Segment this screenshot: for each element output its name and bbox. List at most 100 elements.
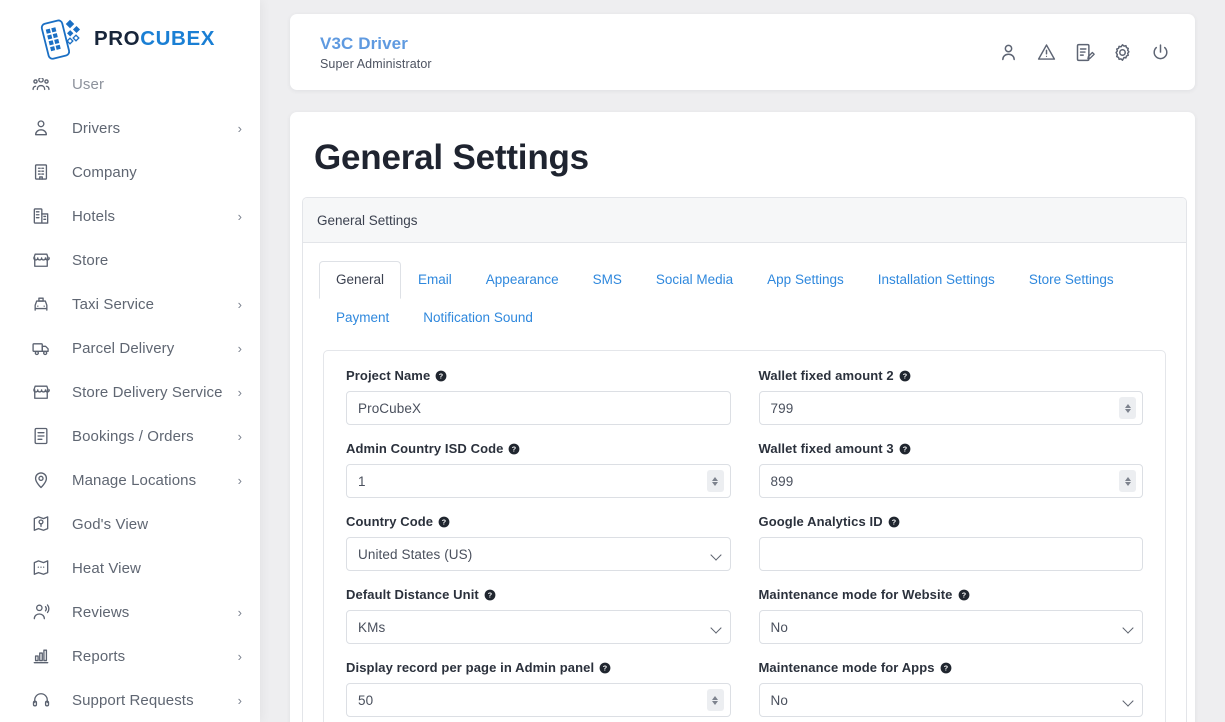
chevron-right-icon: › xyxy=(237,648,242,664)
select-maintenance-mode-for-apps[interactable]: No xyxy=(758,683,1143,718)
tab-app-settings[interactable]: App Settings xyxy=(750,261,861,299)
number-input-display-record-per-page-in-admin-panel[interactable]: 50 xyxy=(346,683,731,718)
number-stepper[interactable] xyxy=(1119,470,1136,493)
sidebar-item-label: Hotels xyxy=(72,207,116,225)
field-label-text: Admin Country ISD Code xyxy=(346,441,504,457)
field-label: Display record per page in Admin panel? xyxy=(346,660,731,675)
text-input-project-name[interactable]: ProCubeX xyxy=(346,391,731,426)
sidebar-item-bookings-orders[interactable]: Bookings / Orders › xyxy=(0,414,260,458)
field-label-text: Maintenance mode for Apps xyxy=(758,660,935,676)
number-input-wallet-fixed-amount-2[interactable]: 799 xyxy=(758,391,1143,426)
sidebar-item-taxi-service[interactable]: Taxi Service › xyxy=(0,282,260,326)
help-icon[interactable]: ? xyxy=(508,443,520,455)
number-input-admin-country-isd-code[interactable]: 1 xyxy=(346,464,731,499)
store-icon xyxy=(30,381,52,403)
document-list-icon xyxy=(30,425,52,447)
field-value: 50 xyxy=(358,692,374,708)
field-admin-country-isd-code: Admin Country ISD Code? 1 xyxy=(346,441,731,499)
tab-store-settings[interactable]: Store Settings xyxy=(1012,261,1131,299)
svg-text:?: ? xyxy=(603,663,607,672)
tab-notification-sound[interactable]: Notification Sound xyxy=(406,299,550,337)
chevron-down-icon xyxy=(709,622,722,634)
text-input-google-analytics-id[interactable] xyxy=(758,537,1143,572)
sidebar-item-company[interactable]: Company xyxy=(0,150,260,194)
sidebar-item-god-s-view[interactable]: God's View xyxy=(0,502,260,546)
number-stepper[interactable] xyxy=(706,689,724,712)
select-country-code[interactable]: United States (US) xyxy=(346,537,731,572)
field-value: No xyxy=(770,692,788,708)
tab-sms[interactable]: SMS xyxy=(576,261,639,299)
svg-text:?: ? xyxy=(903,444,907,453)
number-stepper[interactable] xyxy=(706,470,724,493)
logo-text-pro: PRO xyxy=(94,27,141,50)
field-label: Default Distance Unit? xyxy=(346,587,731,602)
sidebar-item-manage-locations[interactable]: Manage Locations › xyxy=(0,458,260,502)
help-icon[interactable]: ? xyxy=(435,370,447,382)
sidebar-item-label: Store xyxy=(72,251,109,269)
sidebar-item-label: Drivers xyxy=(72,119,121,137)
svg-text:?: ? xyxy=(892,517,896,526)
sidebar-item-reviews[interactable]: Reviews › xyxy=(0,590,260,634)
help-icon[interactable]: ? xyxy=(899,370,911,382)
settings-panel: General Settings General Email Appearance S… xyxy=(302,197,1187,722)
help-icon[interactable]: ? xyxy=(599,662,611,674)
gear-icon[interactable] xyxy=(1112,42,1133,63)
help-icon[interactable]: ? xyxy=(484,589,496,601)
edit-document-icon[interactable] xyxy=(1074,42,1095,63)
sidebar-logo[interactable]: PROCUBEX xyxy=(0,0,260,78)
sidebar-item-support-requests[interactable]: Support Requests › xyxy=(0,678,260,722)
sidebar-item-label: User xyxy=(72,75,105,93)
sidebar-item-parcel-delivery[interactable]: Parcel Delivery › xyxy=(0,326,260,370)
help-icon[interactable]: ? xyxy=(438,516,450,528)
sidebar-item-store[interactable]: Store xyxy=(0,238,260,282)
field-label-text: Wallet fixed amount 3 xyxy=(758,441,894,457)
field-project-name: Project Name? ProCubeX xyxy=(346,368,731,426)
field-wallet-fixed-amount-2: Wallet fixed amount 2? 799 xyxy=(758,368,1143,426)
sidebar-item-label: God's View xyxy=(72,515,149,533)
select-maintenance-mode-for-website[interactable]: No xyxy=(758,610,1143,645)
help-icon[interactable]: ? xyxy=(899,443,911,455)
field-maintenance-mode-for-apps: Maintenance mode for Apps? No xyxy=(758,660,1143,718)
number-stepper[interactable] xyxy=(1119,397,1136,420)
tab-installation-settings[interactable]: Installation Settings xyxy=(861,261,1012,299)
field-wallet-fixed-amount-3: Wallet fixed amount 3? 899 xyxy=(758,441,1143,499)
svg-text:?: ? xyxy=(943,663,947,672)
chevron-down-icon xyxy=(1122,622,1134,634)
person-voice-icon xyxy=(30,601,52,623)
field-label: Project Name? xyxy=(346,368,731,383)
number-input-wallet-fixed-amount-3[interactable]: 899 xyxy=(758,464,1143,499)
field-label-text: Display record per page in Admin panel xyxy=(346,660,595,676)
chevron-down-icon xyxy=(1122,695,1134,707)
field-default-distance-unit: Default Distance Unit? KMs xyxy=(346,587,731,645)
topbar-app-name: V3C Driver xyxy=(320,34,408,54)
tab-payment[interactable]: Payment xyxy=(319,299,406,337)
field-label: Google Analytics ID? xyxy=(759,514,1144,529)
main-content: V3C Driver Super Administrator General S… xyxy=(260,0,1225,722)
warning-triangle-icon[interactable] xyxy=(1036,42,1057,63)
sidebar-item-hotels[interactable]: Hotels › xyxy=(0,194,260,238)
tab-general[interactable]: General xyxy=(319,261,402,299)
chevron-right-icon: › xyxy=(237,472,242,488)
field-label-text: Project Name xyxy=(346,368,431,384)
tab-email[interactable]: Email xyxy=(401,261,469,299)
help-icon[interactable]: ? xyxy=(940,662,952,674)
map-eye-icon xyxy=(30,513,52,535)
help-icon[interactable]: ? xyxy=(888,516,900,528)
field-display-record-per-page-in-admin-panel: Display record per page in Admin panel? 5… xyxy=(346,660,731,718)
svg-text:?: ? xyxy=(488,590,492,599)
sidebar-item-drivers[interactable]: Drivers › xyxy=(0,106,260,150)
sidebar-item-reports[interactable]: Reports › xyxy=(0,634,260,678)
svg-text:?: ? xyxy=(961,590,965,599)
sidebar-item-heat-view[interactable]: Heat View xyxy=(0,546,260,590)
settings-tabs: General Email Appearance SMS Social Media App… xyxy=(319,261,1170,336)
power-icon[interactable] xyxy=(1150,42,1171,63)
help-icon[interactable]: ? xyxy=(958,589,970,601)
logo-text-cubex: CUBEX xyxy=(140,27,215,50)
field-value: KMs xyxy=(358,619,386,635)
select-default-distance-unit[interactable]: KMs xyxy=(346,610,731,645)
tab-social-media[interactable]: Social Media xyxy=(639,261,750,299)
sidebar-item-store-delivery-service[interactable]: Store Delivery Service › xyxy=(0,370,260,414)
profile-icon[interactable] xyxy=(998,42,1019,63)
tab-appearance[interactable]: Appearance xyxy=(469,261,576,299)
field-label-text: Default Distance Unit xyxy=(346,587,479,603)
